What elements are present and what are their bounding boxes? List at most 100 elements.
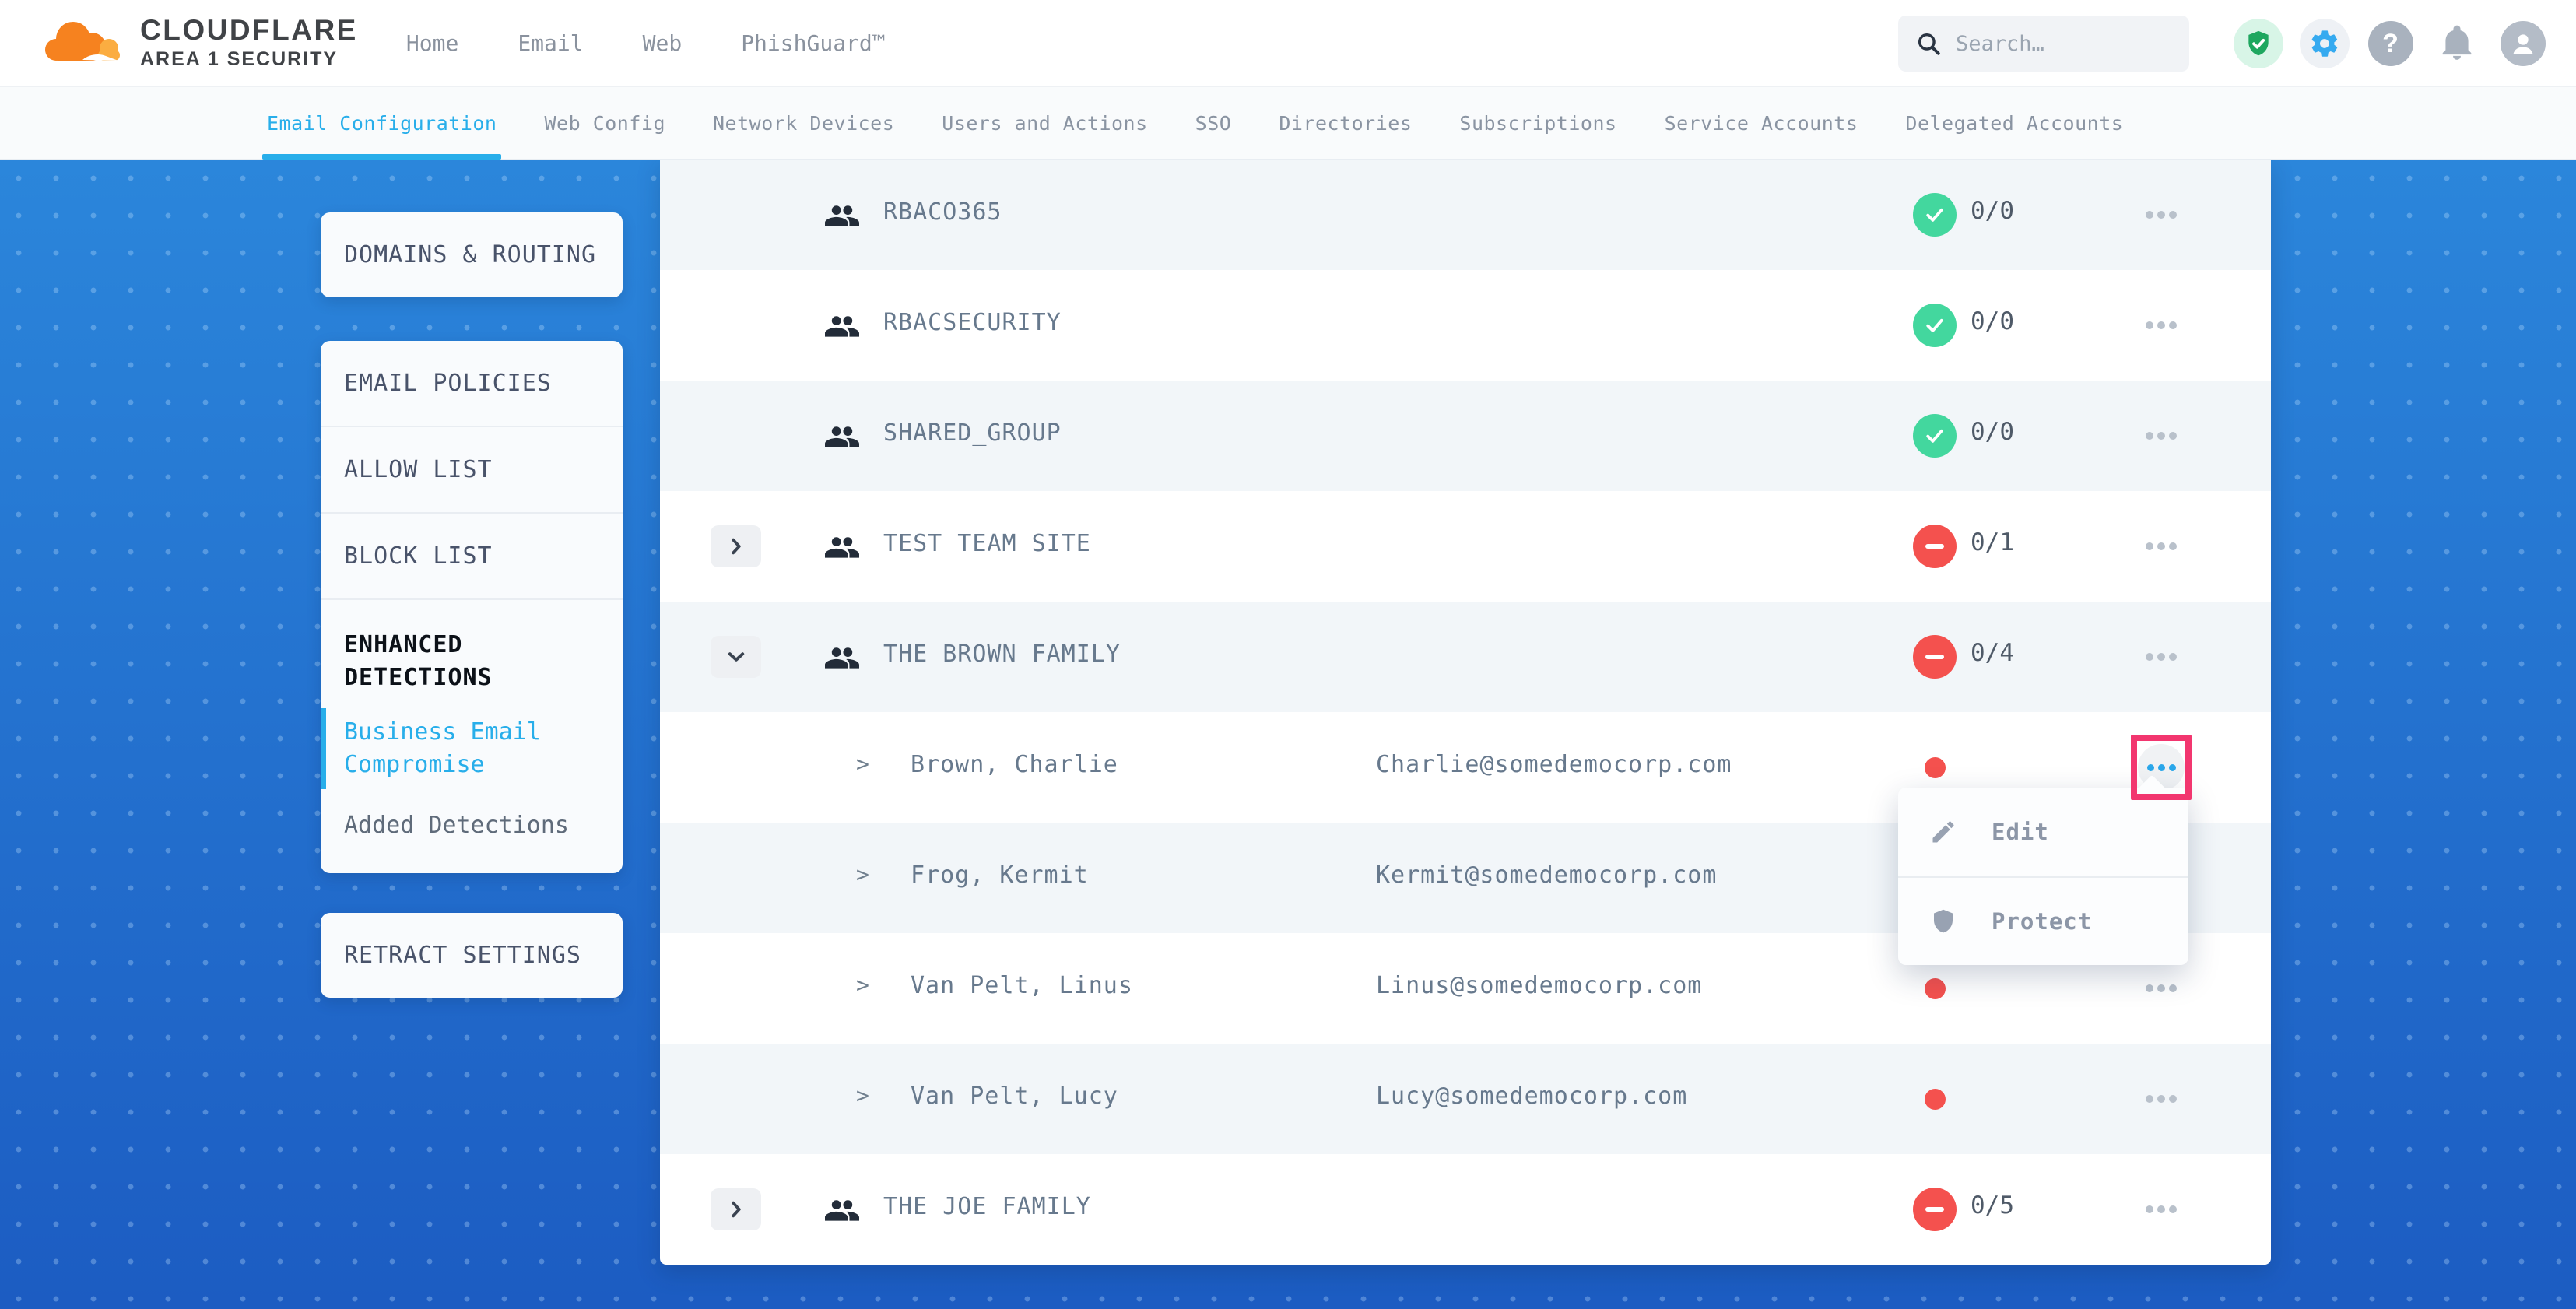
member-chevron[interactable]: > — [856, 751, 869, 777]
protected-count: 0/0 — [1971, 197, 2014, 225]
tab-service-accounts[interactable]: Service Accounts — [1665, 87, 1858, 160]
status-ok-badge — [1913, 193, 1957, 237]
sidebar-item-allow-list[interactable]: ALLOW LIST — [321, 427, 623, 512]
status-alert-badge — [1913, 635, 1957, 679]
check-icon — [1923, 314, 1946, 337]
cloudflare-logo[interactable]: CLOUDFLARE AREA 1 SECURITY — [44, 16, 358, 72]
member-name: Van Pelt, Lucy — [911, 1083, 1118, 1110]
notifications-button[interactable] — [2423, 24, 2490, 63]
status-alert-badge — [1913, 1188, 1957, 1231]
group-name: THE JOE FAMILY — [883, 1193, 1091, 1220]
sidebar-item-domains-routing[interactable]: DOMAINS & ROUTING — [321, 212, 623, 297]
ellipsis-dot — [2146, 1205, 2153, 1213]
nav-link-web[interactable]: Web — [643, 30, 683, 56]
member-chevron[interactable]: > — [856, 1083, 869, 1108]
tab-web-config[interactable]: Web Config — [544, 87, 665, 160]
member-chevron[interactable]: > — [856, 972, 869, 998]
sidebar-card: RETRACT SETTINGS — [321, 913, 623, 998]
row-actions-button[interactable] — [2138, 1186, 2185, 1233]
expand-group-button[interactable] — [711, 1188, 761, 1230]
brand-text: CLOUDFLARE AREA 1 SECURITY — [140, 16, 358, 71]
help-button[interactable]: ? — [2357, 21, 2423, 66]
minus-icon — [1925, 654, 1944, 659]
protected-count: 0/0 — [1971, 418, 2014, 446]
group-name: THE BROWN FAMILY — [883, 640, 1121, 668]
sidebar-subitem-added-detections[interactable]: Added Detections — [321, 795, 623, 856]
row-actions-button[interactable] — [2138, 523, 2185, 570]
row-actions-button[interactable] — [2138, 1076, 2185, 1122]
ellipsis-dot — [2169, 321, 2177, 329]
brand-subtitle: AREA 1 SECURITY — [140, 49, 358, 69]
tab-directories[interactable]: Directories — [1279, 87, 1412, 160]
ellipsis-dot — [2157, 542, 2165, 550]
tab-delegated-accounts[interactable]: Delegated Accounts — [1905, 87, 2123, 160]
minus-icon — [1925, 1207, 1944, 1212]
group-people-icon — [825, 1195, 859, 1223]
sidebar-subitem-business-email-compromise[interactable]: Business Email Compromise — [321, 702, 623, 795]
protection-status-button[interactable] — [2225, 19, 2291, 68]
menu-item-label: Protect — [1992, 908, 2092, 935]
nav-link-email[interactable]: Email — [518, 30, 583, 56]
member-name: Brown, Charlie — [911, 751, 1118, 778]
ellipsis-dot — [2169, 542, 2177, 550]
ellipsis-dot — [2169, 1205, 2177, 1213]
gear-icon — [2300, 19, 2350, 68]
status-ok-badge — [1913, 414, 1957, 458]
check-icon — [1923, 424, 1946, 447]
row-actions-button[interactable] — [2138, 965, 2185, 1012]
question-icon: ? — [2368, 21, 2413, 66]
ellipsis-dot — [2146, 1095, 2153, 1103]
tab-sso[interactable]: SSO — [1195, 87, 1232, 160]
secondary-nav: Email Configuration Web Config Network Dev… — [0, 87, 2576, 160]
menu-item-edit[interactable]: Edit — [1898, 788, 2188, 876]
status-alert-badge — [1913, 525, 1957, 568]
shield-icon — [1929, 907, 1957, 935]
row-actions-button[interactable] — [2138, 302, 2185, 349]
search-box[interactable] — [1898, 16, 2189, 72]
sidebar-item-enhanced-detections[interactable]: ENHANCED DETECTIONS — [321, 600, 623, 702]
row-actions-button[interactable] — [2138, 412, 2185, 459]
sidebar-item-retract-settings[interactable]: RETRACT SETTINGS — [321, 913, 623, 998]
nav-link-phishguard[interactable]: PhishGuard™ — [741, 30, 885, 56]
ellipsis-dot — [2157, 432, 2165, 440]
group-name: RBACO365 — [883, 198, 1002, 226]
nav-link-home[interactable]: Home — [406, 30, 458, 56]
user-avatar-icon — [2501, 21, 2546, 66]
sidebar-item-email-policies[interactable]: EMAIL POLICIES — [321, 341, 623, 426]
chevron-down-icon — [727, 651, 746, 663]
row-actions-button[interactable] — [2138, 191, 2185, 238]
ellipsis-dot — [2158, 764, 2165, 771]
member-email: Charlie@somedemocorp.com — [1376, 751, 1732, 778]
ellipsis-dot — [2169, 211, 2177, 219]
group-people-icon — [825, 201, 859, 229]
group-row: SHARED_GROUP0/0 — [660, 381, 2271, 491]
sidebar-cell: ALLOW LIST — [321, 426, 623, 512]
member-name: Van Pelt, Linus — [911, 972, 1133, 999]
member-chevron[interactable]: > — [856, 862, 869, 887]
ellipsis-dot — [2146, 321, 2153, 329]
collapse-group-button[interactable] — [711, 636, 761, 678]
account-button[interactable] — [2490, 21, 2556, 66]
search-input[interactable] — [1956, 32, 2158, 56]
ellipsis-dot — [2146, 432, 2153, 440]
bell-icon — [2437, 24, 2476, 63]
tab-users-and-actions[interactable]: Users and Actions — [942, 87, 1147, 160]
minus-icon — [1925, 544, 1944, 549]
settings-button[interactable] — [2291, 19, 2357, 68]
pencil-icon — [1929, 818, 1957, 846]
ellipsis-dot — [2157, 984, 2165, 992]
primary-nav: Home Email Web PhishGuard™ — [406, 30, 886, 56]
row-actions-button[interactable] — [2138, 633, 2185, 680]
ellipsis-dot — [2157, 321, 2165, 329]
top-header: CLOUDFLARE AREA 1 SECURITY Home Email Web P… — [0, 0, 2576, 87]
group-people-icon — [825, 311, 859, 339]
status-alert-dot — [1925, 1089, 1946, 1110]
chevron-right-icon — [730, 537, 742, 556]
tab-subscriptions[interactable]: Subscriptions — [1459, 87, 1616, 160]
menu-item-protect[interactable]: Protect — [1898, 876, 2188, 965]
sidebar-item-block-list[interactable]: BLOCK LIST — [321, 514, 623, 598]
group-name: TEST TEAM SITE — [883, 530, 1091, 557]
tab-network-devices[interactable]: Network Devices — [713, 87, 894, 160]
tab-email-configuration[interactable]: Email Configuration — [267, 87, 497, 160]
expand-group-button[interactable] — [711, 525, 761, 567]
